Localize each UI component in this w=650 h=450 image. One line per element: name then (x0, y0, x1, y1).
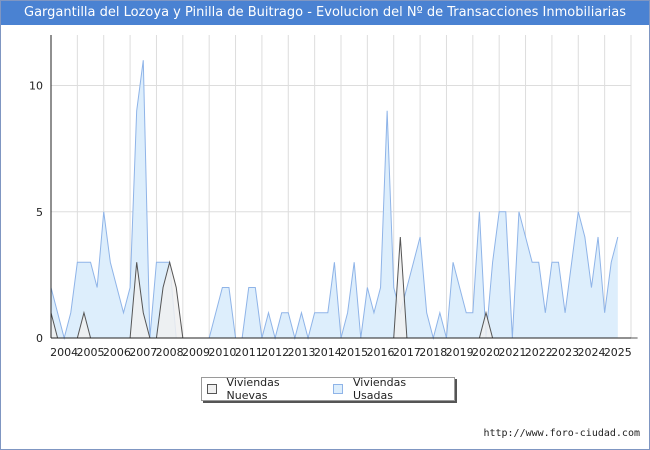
y-tick-label: 10 (29, 80, 43, 93)
y-tick-label: 0 (36, 332, 43, 345)
legend-label-nuevas: Viviendas Nuevas (226, 376, 280, 402)
x-tick-label: 2023 (551, 346, 579, 359)
chart-title: Gargantilla del Lozoya y Pinilla de Buit… (1, 1, 649, 25)
x-tick-label: 2019 (446, 346, 474, 359)
x-tick-label: 2016 (367, 346, 395, 359)
x-tick-label: 2007 (129, 346, 157, 359)
y-tick-label: 5 (36, 206, 43, 219)
x-tick-label: 2004 (50, 346, 78, 359)
chart-frame: Gargantilla del Lozoya y Pinilla de Buit… (0, 0, 650, 450)
x-tick-label: 2008 (156, 346, 184, 359)
source-url: http://www.foro-ciudad.com (483, 428, 640, 439)
chart-plot: 0 5 10 200420052006200720082009201020112012… (29, 35, 638, 359)
x-tick-label: 2012 (261, 346, 289, 359)
legend-item-usadas: Viviendas Usadas (333, 376, 444, 402)
legend-item-nuevas: Viviendas Nuevas (207, 376, 318, 402)
x-tick-label: 2011 (235, 346, 263, 359)
x-tick-label: 2015 (340, 346, 368, 359)
x-tick-label: 2022 (525, 346, 553, 359)
x-tick-label: 2006 (103, 346, 131, 359)
x-tick-label: 2024 (577, 346, 605, 359)
x-tick-label: 2020 (472, 346, 500, 359)
x-tick-label: 2018 (419, 346, 447, 359)
legend-swatch-nuevas (207, 384, 217, 394)
x-tick-label: 2021 (498, 346, 526, 359)
x-tick-label: 2025 (604, 346, 632, 359)
x-tick-label: 2013 (287, 346, 315, 359)
x-tick-label: 2009 (182, 346, 210, 359)
legend-label-usadas: Viviendas Usadas (352, 376, 407, 402)
x-tick-label: 2014 (314, 346, 342, 359)
legend: Viviendas Nuevas Viviendas Usadas (201, 376, 455, 402)
x-tick-label: 2005 (77, 346, 105, 359)
x-tick-label: 2017 (393, 346, 421, 359)
legend-swatch-usadas (333, 384, 343, 394)
x-tick-label: 2010 (208, 346, 236, 359)
